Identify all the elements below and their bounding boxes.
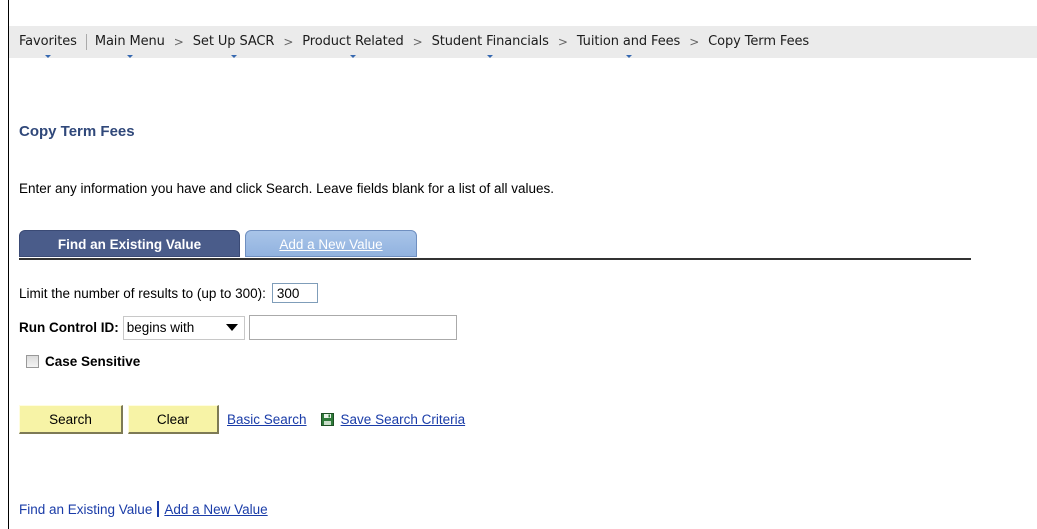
breadcrumb-main-menu[interactable]: Main Menu: [94, 33, 165, 58]
breadcrumb-favorites-label: Favorites: [19, 33, 77, 49]
run-control-operator-value: begins with: [126, 320, 195, 335]
breadcrumb-set-up-sacr[interactable]: Set Up SACR: [192, 33, 275, 58]
breadcrumb-set-up-sacr-label: Set Up SACR: [192, 33, 275, 49]
save-icon-graphic: [320, 413, 334, 426]
search-instructions: Enter any information you have and click…: [19, 181, 555, 196]
case-sensitive-row: Case Sensitive: [26, 354, 140, 369]
search-button-label: Search: [49, 411, 92, 427]
breadcrumb-tuition-and-fees-label: Tuition and Fees: [576, 33, 681, 49]
save-icon[interactable]: [320, 413, 334, 426]
breadcrumb-product-related[interactable]: Product Related: [302, 33, 404, 58]
left-border-rule: [8, 0, 9, 529]
breadcrumb-main-menu-label: Main Menu: [94, 33, 165, 49]
dropdown-arrow-icon: [225, 324, 238, 331]
breadcrumb-separator: >: [412, 35, 423, 49]
breadcrumb-student-financials[interactable]: Student Financials: [431, 33, 549, 58]
clear-button[interactable]: Clear: [128, 405, 219, 434]
chevron-down-icon: [44, 54, 51, 58]
chevron-down-icon: [349, 54, 356, 58]
limit-results-label: Limit the number of results to (up to 30…: [19, 285, 266, 301]
page-title: Copy Term Fees: [19, 123, 135, 140]
page: Favorites Main Menu > Set Up SACR > Prod…: [0, 0, 1037, 529]
footer-links: Find an Existing Value Add a New Value: [19, 501, 268, 517]
breadcrumb-student-financials-label: Student Financials: [431, 33, 549, 49]
search-button[interactable]: Search: [19, 405, 123, 434]
tab-add-new-value[interactable]: Add a New Value: [245, 230, 417, 257]
breadcrumb-divider: [85, 34, 87, 50]
footer-add-new-value-link[interactable]: Add a New Value: [164, 502, 267, 517]
run-control-label: Run Control ID:: [19, 320, 119, 335]
breadcrumb-tuition-and-fees[interactable]: Tuition and Fees: [576, 33, 681, 58]
save-search-criteria-link[interactable]: Save Search Criteria: [341, 412, 466, 427]
breadcrumb-separator: >: [173, 35, 184, 49]
basic-search-link[interactable]: Basic Search: [227, 412, 307, 427]
chevron-down-icon: [487, 54, 494, 58]
breadcrumb-copy-term-fees[interactable]: Copy Term Fees: [708, 34, 809, 51]
breadcrumb-favorites[interactable]: Favorites: [19, 33, 77, 58]
chevron-down-icon: [126, 54, 133, 58]
tab-find-existing-value-label: Find an Existing Value: [57, 237, 202, 252]
run-control-operator-select[interactable]: begins with: [122, 315, 245, 340]
limit-results-row: Limit the number of results to (up to 30…: [19, 283, 318, 303]
clear-button-label: Clear: [156, 411, 190, 427]
chevron-down-icon: [230, 54, 237, 58]
footer-link-divider: [157, 501, 160, 517]
breadcrumb-copy-term-fees-label: Copy Term Fees: [708, 33, 810, 49]
tab-find-existing-value[interactable]: Find an Existing Value: [19, 230, 240, 257]
breadcrumb: Favorites Main Menu > Set Up SACR > Prod…: [9, 26, 1037, 58]
breadcrumb-separator: >: [557, 35, 568, 49]
chevron-down-icon: [625, 54, 632, 58]
limit-results-input[interactable]: [271, 283, 318, 303]
search-actions: Search Clear Basic Search Save Search Cr…: [19, 405, 465, 434]
search-tabs: Find an Existing Value Add a New Value: [19, 230, 971, 260]
case-sensitive-checkbox[interactable]: [26, 355, 39, 368]
run-control-id-input[interactable]: [248, 315, 457, 340]
breadcrumb-product-related-label: Product Related: [302, 33, 404, 49]
breadcrumb-separator: >: [689, 35, 700, 49]
run-control-row: Run Control ID: begins with: [19, 315, 457, 340]
tab-divider: [19, 258, 971, 260]
breadcrumb-separator: >: [283, 35, 294, 49]
case-sensitive-label: Case Sensitive: [45, 354, 141, 369]
footer-find-existing-value-link[interactable]: Find an Existing Value: [19, 502, 152, 517]
tab-add-new-value-label: Add a New Value: [279, 237, 383, 252]
